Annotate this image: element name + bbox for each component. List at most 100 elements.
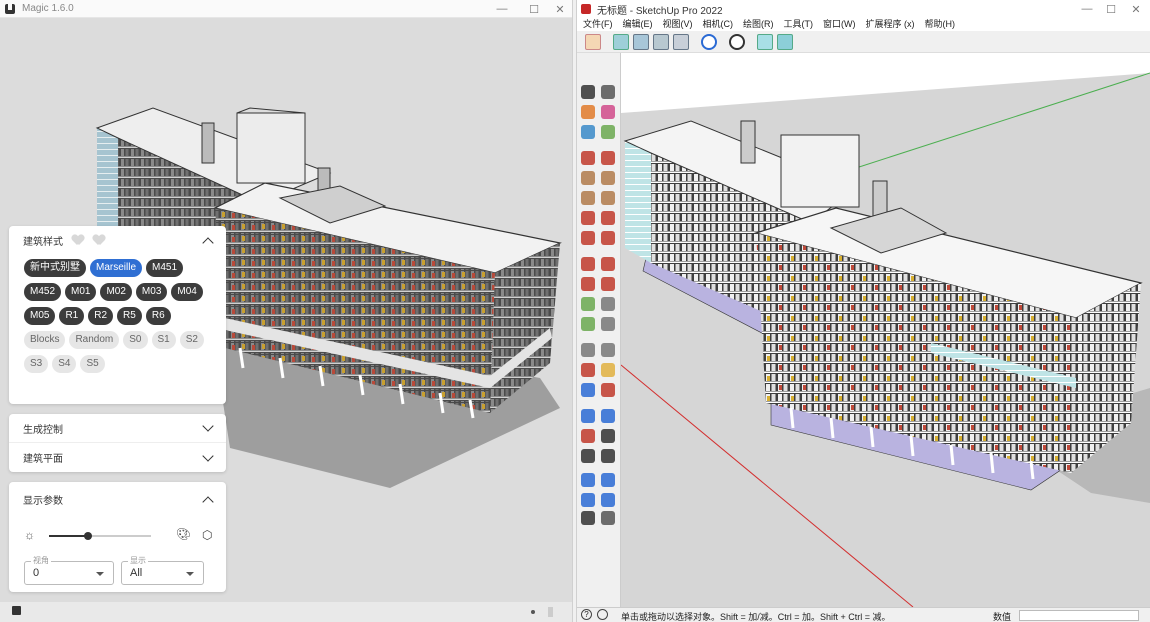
- view-top-icon[interactable]: [633, 34, 649, 50]
- tool-icon[interactable]: [601, 511, 615, 525]
- angle-select[interactable]: 视角 0: [24, 555, 114, 585]
- view-iso-icon[interactable]: [613, 34, 629, 50]
- style-chip[interactable]: 新中式别墅: [24, 259, 86, 277]
- tool-icon[interactable]: [581, 511, 595, 525]
- menu-item[interactable]: 视图(V): [663, 18, 693, 31]
- tool-icon[interactable]: [601, 429, 615, 443]
- menu-item[interactable]: 绘图(R): [743, 18, 774, 31]
- tool-icon[interactable]: [601, 343, 615, 357]
- heart-outline-icon[interactable]: [93, 235, 105, 245]
- tool-icon[interactable]: [601, 383, 615, 397]
- sketchup-viewport[interactable]: [621, 53, 1150, 607]
- palette-icon[interactable]: 🎨︎: [176, 527, 191, 541]
- tool-icon[interactable]: [581, 343, 595, 357]
- style-chip[interactable]: S5: [80, 355, 105, 373]
- help-icon[interactable]: ?: [581, 609, 592, 620]
- display-panel-header[interactable]: 显示参数: [9, 482, 226, 517]
- style-chip[interactable]: M451: [146, 259, 184, 277]
- tool-icon[interactable]: [601, 297, 615, 311]
- style-chip[interactable]: M01: [65, 283, 97, 301]
- brightness-slider[interactable]: [49, 532, 151, 540]
- tool-icon[interactable]: [581, 277, 595, 291]
- info-icon[interactable]: [597, 609, 608, 620]
- close-icon[interactable]: ✕: [1122, 0, 1150, 18]
- menu-item[interactable]: 帮助(H): [925, 18, 956, 31]
- maximize-icon[interactable]: ☐: [1097, 0, 1125, 18]
- tool-icon[interactable]: [581, 191, 595, 205]
- style-chip[interactable]: M03: [135, 283, 168, 301]
- style-panel-header[interactable]: 建筑样式: [9, 226, 226, 255]
- tool-icon[interactable]: [601, 125, 615, 139]
- tool-icon[interactable]: [601, 105, 615, 119]
- tool-icon[interactable]: [601, 317, 615, 331]
- section-cut-icon[interactable]: [777, 34, 793, 50]
- style-chip[interactable]: M05: [24, 307, 56, 325]
- style-chip[interactable]: S0: [123, 331, 148, 349]
- style-chip[interactable]: R2: [88, 307, 114, 325]
- style-chip[interactable]: M452: [24, 283, 62, 301]
- tool-icon[interactable]: [601, 211, 615, 225]
- style-chip[interactable]: R5: [117, 307, 142, 325]
- slider-knob[interactable]: [83, 532, 92, 540]
- tool-icon[interactable]: [601, 231, 615, 245]
- style-chip[interactable]: Marseille: [90, 259, 143, 277]
- style-chip[interactable]: Blocks: [24, 331, 66, 349]
- style-chip[interactable]: M04: [171, 283, 203, 301]
- chevron-up-icon[interactable]: [202, 236, 214, 249]
- tool-icon[interactable]: [601, 277, 615, 291]
- menu-item[interactable]: 编辑(E): [623, 18, 653, 31]
- style-chip[interactable]: Random: [69, 331, 120, 349]
- tool-icon[interactable]: [601, 257, 615, 271]
- measurements-input[interactable]: [1019, 610, 1139, 621]
- display-select[interactable]: 显示 All: [121, 555, 204, 585]
- plan-panel-header[interactable]: 建筑平面: [9, 443, 226, 472]
- tool-icon[interactable]: [581, 409, 595, 423]
- axes-icon[interactable]: [729, 34, 745, 50]
- section-plane-icon[interactable]: [757, 34, 773, 50]
- menu-item[interactable]: 相机(C): [703, 18, 734, 31]
- style-chip[interactable]: S2: [179, 331, 204, 349]
- tool-icon[interactable]: [601, 363, 615, 377]
- tool-icon[interactable]: [581, 171, 595, 185]
- tool-icon[interactable]: [581, 297, 595, 311]
- model-info-icon[interactable]: [701, 34, 717, 50]
- style-chip[interactable]: R6: [145, 307, 171, 325]
- tool-icon[interactable]: [581, 231, 595, 245]
- style-chip[interactable]: S1: [151, 331, 176, 349]
- tool-icon[interactable]: [581, 125, 595, 139]
- tool-icon[interactable]: [581, 449, 595, 463]
- tool-icon[interactable]: [601, 473, 615, 487]
- chevron-up-icon[interactable]: [202, 495, 214, 508]
- tool-icon[interactable]: [601, 449, 615, 463]
- tool-icon[interactable]: [581, 105, 595, 119]
- style-chip[interactable]: S3: [24, 355, 49, 373]
- close-box-icon[interactable]: [12, 606, 21, 615]
- tool-icon[interactable]: [601, 151, 615, 165]
- minimize-icon[interactable]: —: [488, 0, 516, 18]
- tool-icon[interactable]: [601, 493, 615, 507]
- tool-icon[interactable]: [581, 85, 595, 99]
- style-chip[interactable]: M02: [100, 283, 132, 301]
- resize-grip-icon[interactable]: [548, 607, 553, 617]
- generate-panel-header[interactable]: 生成控制: [9, 414, 226, 443]
- tool-icon[interactable]: [601, 171, 615, 185]
- menu-item[interactable]: 工具(T): [784, 18, 814, 31]
- menu-item[interactable]: 扩展程序 (x): [866, 18, 915, 31]
- close-icon[interactable]: ✕: [546, 0, 572, 18]
- heart-icon[interactable]: [72, 235, 84, 245]
- menu-item[interactable]: 文件(F): [583, 18, 613, 31]
- cube-icon[interactable]: ⬡: [202, 528, 212, 542]
- chevron-down-icon[interactable]: [202, 449, 214, 462]
- tool-icon[interactable]: [581, 473, 595, 487]
- view-front-icon[interactable]: [653, 34, 669, 50]
- tool-icon[interactable]: [581, 493, 595, 507]
- tool-icon[interactable]: [581, 257, 595, 271]
- tool-icon[interactable]: [581, 383, 595, 397]
- tool-icon[interactable]: [581, 363, 595, 377]
- tool-icon[interactable]: [581, 429, 595, 443]
- style-chip[interactable]: R1: [59, 307, 85, 325]
- tool-icon[interactable]: [601, 191, 615, 205]
- style-chip[interactable]: S4: [52, 355, 77, 373]
- tool-icon[interactable]: [581, 151, 595, 165]
- menu-item[interactable]: 窗口(W): [823, 18, 856, 31]
